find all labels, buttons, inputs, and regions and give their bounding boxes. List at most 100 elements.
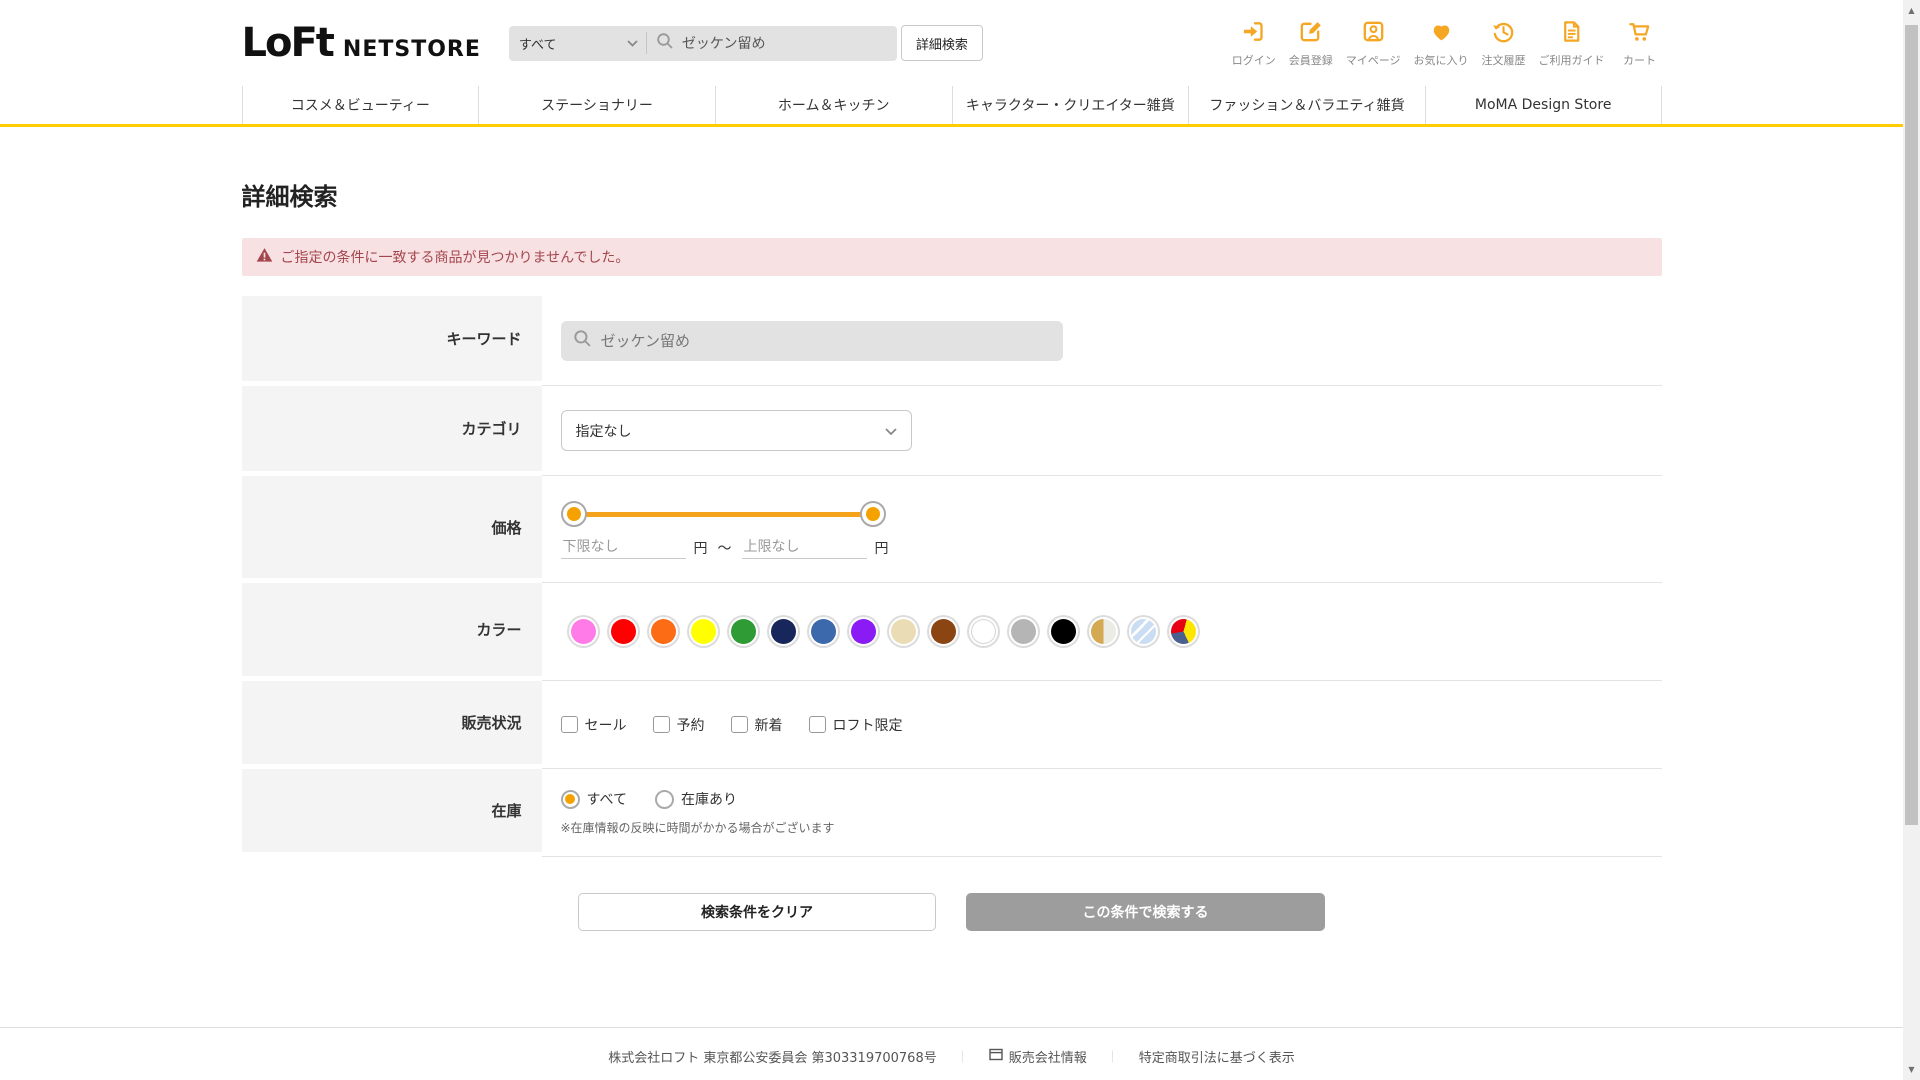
footer-link-seller-info[interactable]: 販売会社情報 bbox=[989, 1047, 1087, 1066]
detail-search-button[interactable]: 詳細検索 bbox=[900, 25, 983, 61]
stock-note: ※在庫情報の反映に時間がかかる場合がございます bbox=[560, 821, 835, 835]
checkbox-icon bbox=[808, 716, 826, 733]
scrollbar-down-arrow-icon[interactable]: ▼ bbox=[1903, 1061, 1920, 1078]
chevron-down-icon bbox=[884, 421, 897, 440]
slider-handle-max[interactable] bbox=[859, 501, 886, 527]
guide-link[interactable]: ご利用ガイド bbox=[1539, 18, 1605, 68]
color-swatch-brown[interactable] bbox=[930, 619, 956, 644]
form-row-status: 販売状況 セール 予約 新着 ロフト限定 bbox=[241, 681, 1662, 769]
color-swatch-pink[interactable] bbox=[570, 619, 596, 644]
category-selected-value: 指定なし bbox=[575, 423, 632, 440]
status-option-label: 予約 bbox=[676, 717, 705, 734]
vertical-scrollbar[interactable]: ▲ ▼ bbox=[1903, 0, 1920, 1080]
header-search-input[interactable]: ゼッケン留め bbox=[682, 33, 766, 53]
status-checkbox-sale[interactable]: セール bbox=[560, 715, 627, 735]
footer-divider: ｜ bbox=[956, 1050, 969, 1064]
loft-logo[interactable]: LoFt NETSTORE bbox=[242, 20, 481, 66]
cart-label: カート bbox=[1623, 54, 1656, 67]
nav-item-character[interactable]: キャラクター・クリエイター雑貨 bbox=[951, 86, 1189, 124]
price-min-unit: 円 bbox=[693, 540, 708, 557]
search-category-select[interactable]: すべて bbox=[519, 34, 627, 53]
register-label: 会員登録 bbox=[1288, 54, 1333, 67]
footer-link-tokushoho[interactable]: 特定商取引法に基づく表示 bbox=[1139, 1047, 1295, 1066]
page-title: 詳細検索 bbox=[241, 183, 338, 211]
form-row-stock: 在庫 すべて 在庫あり ※在庫情報の反映に時間がかかる場合がございます bbox=[241, 769, 1662, 857]
color-swatch-navy[interactable] bbox=[770, 619, 796, 644]
checkbox-icon bbox=[560, 716, 578, 733]
form-row-color: カラー bbox=[241, 583, 1662, 681]
search-icon bbox=[573, 329, 592, 352]
category-select[interactable]: 指定なし bbox=[560, 410, 912, 451]
order-history-label: 注文履歴 bbox=[1481, 54, 1526, 67]
stock-radio-all[interactable]: すべて bbox=[560, 789, 627, 809]
order-history-link[interactable]: 注文履歴 bbox=[1482, 18, 1526, 68]
price-separator: ～ bbox=[717, 540, 732, 557]
scrollbar-thumb[interactable] bbox=[1905, 25, 1918, 825]
color-swatch-green[interactable] bbox=[730, 619, 756, 644]
stock-radio-instock[interactable]: 在庫あり bbox=[654, 789, 737, 809]
header-quick-links: ログイン 会員登録 マイページ お気に入り 注文履歴 ご利用ガイド カート bbox=[1232, 18, 1662, 68]
stock-option-label: 在庫あり bbox=[680, 792, 737, 808]
footer-link-label: 特定商取引法に基づく表示 bbox=[1138, 1051, 1295, 1066]
search-icon bbox=[656, 32, 674, 54]
main-nav: コスメ＆ビューティー ステーショナリー ホーム＆キッチン キャラクター・クリエイ… bbox=[0, 86, 1903, 127]
color-swatch-white[interactable] bbox=[970, 619, 996, 644]
slider-handle-min[interactable] bbox=[560, 501, 587, 527]
mypage-link[interactable]: マイページ bbox=[1346, 18, 1401, 68]
color-swatch-beige[interactable] bbox=[890, 619, 916, 644]
color-swatch-orange[interactable] bbox=[650, 619, 676, 644]
keyword-label: キーワード bbox=[241, 296, 542, 386]
guide-label: ご利用ガイド bbox=[1538, 54, 1605, 67]
form-row-keyword: キーワード bbox=[241, 296, 1662, 386]
register-icon bbox=[1297, 18, 1324, 49]
clear-conditions-button[interactable]: 検索条件をクリア bbox=[578, 893, 936, 931]
nav-item-cosme[interactable]: コスメ＆ビューティー bbox=[241, 86, 479, 124]
header: LoFt NETSTORE すべて ゼッケン留め 詳細検索 ログイン 会員登録 … bbox=[0, 0, 1903, 86]
color-swatch-black[interactable] bbox=[1050, 619, 1076, 644]
login-link[interactable]: ログイン bbox=[1232, 18, 1276, 68]
logo-loft-text: LoFt bbox=[241, 20, 335, 66]
status-checkbox-reserve[interactable]: 予約 bbox=[652, 715, 705, 735]
slider-track bbox=[573, 512, 873, 517]
price-min-input[interactable] bbox=[560, 536, 686, 559]
chevron-down-icon bbox=[627, 39, 638, 47]
scrollbar-up-arrow-icon[interactable]: ▲ bbox=[1903, 2, 1920, 19]
search-with-conditions-button[interactable]: この条件で検索する bbox=[966, 893, 1325, 931]
footer-link-label: 販売会社情報 bbox=[1008, 1051, 1087, 1066]
window-icon bbox=[989, 1048, 1003, 1065]
color-label: カラー bbox=[241, 583, 542, 681]
color-swatch-blue[interactable] bbox=[810, 619, 836, 644]
register-link[interactable]: 会員登録 bbox=[1289, 18, 1333, 68]
color-swatch-purple[interactable] bbox=[850, 619, 876, 644]
status-checkbox-loft-limited[interactable]: ロフト限定 bbox=[808, 715, 903, 735]
favorites-link[interactable]: お気に入り bbox=[1414, 18, 1469, 68]
status-label: 販売状況 bbox=[241, 681, 542, 769]
checkbox-icon bbox=[652, 716, 670, 733]
nav-item-stationery[interactable]: ステーショナリー bbox=[478, 86, 715, 124]
category-label: カテゴリ bbox=[241, 386, 542, 476]
footer: 株式会社ロフト 東京都公安委員会 第303319700768号 ｜ 販売会社情報… bbox=[0, 1027, 1903, 1080]
header-search-bar[interactable]: すべて ゼッケン留め bbox=[508, 25, 897, 61]
status-checkbox-new[interactable]: 新着 bbox=[730, 715, 783, 735]
form-row-category: カテゴリ 指定なし bbox=[241, 386, 1662, 476]
nav-item-home-kitchen[interactable]: ホーム＆キッチン bbox=[714, 86, 952, 124]
nav-item-moma[interactable]: MoMA Design Store bbox=[1424, 86, 1662, 124]
color-swatches bbox=[561, 619, 1662, 644]
status-option-label: 新着 bbox=[754, 717, 783, 734]
nav-item-fashion[interactable]: ファッション＆バラエティ雑貨 bbox=[1188, 86, 1425, 124]
page: LoFt NETSTORE すべて ゼッケン留め 詳細検索 ログイン 会員登録 … bbox=[0, 0, 1920, 1080]
color-swatch-red[interactable] bbox=[610, 619, 636, 644]
order-history-icon bbox=[1490, 18, 1517, 49]
cart-link[interactable]: カート bbox=[1618, 18, 1662, 68]
search-divider bbox=[645, 32, 647, 54]
color-swatch-gold-silver[interactable] bbox=[1090, 619, 1116, 644]
price-max-input[interactable] bbox=[741, 536, 867, 559]
keyword-input[interactable] bbox=[600, 331, 1051, 350]
color-swatch-clear[interactable] bbox=[1130, 619, 1156, 644]
color-swatch-yellow[interactable] bbox=[690, 619, 716, 644]
warning-icon bbox=[256, 247, 273, 267]
color-swatch-gray[interactable] bbox=[1010, 619, 1036, 644]
color-swatch-multicolor[interactable] bbox=[1170, 619, 1196, 644]
form-row-price: 価格 円 ～ 円 bbox=[241, 476, 1662, 583]
price-range-slider bbox=[560, 501, 886, 527]
